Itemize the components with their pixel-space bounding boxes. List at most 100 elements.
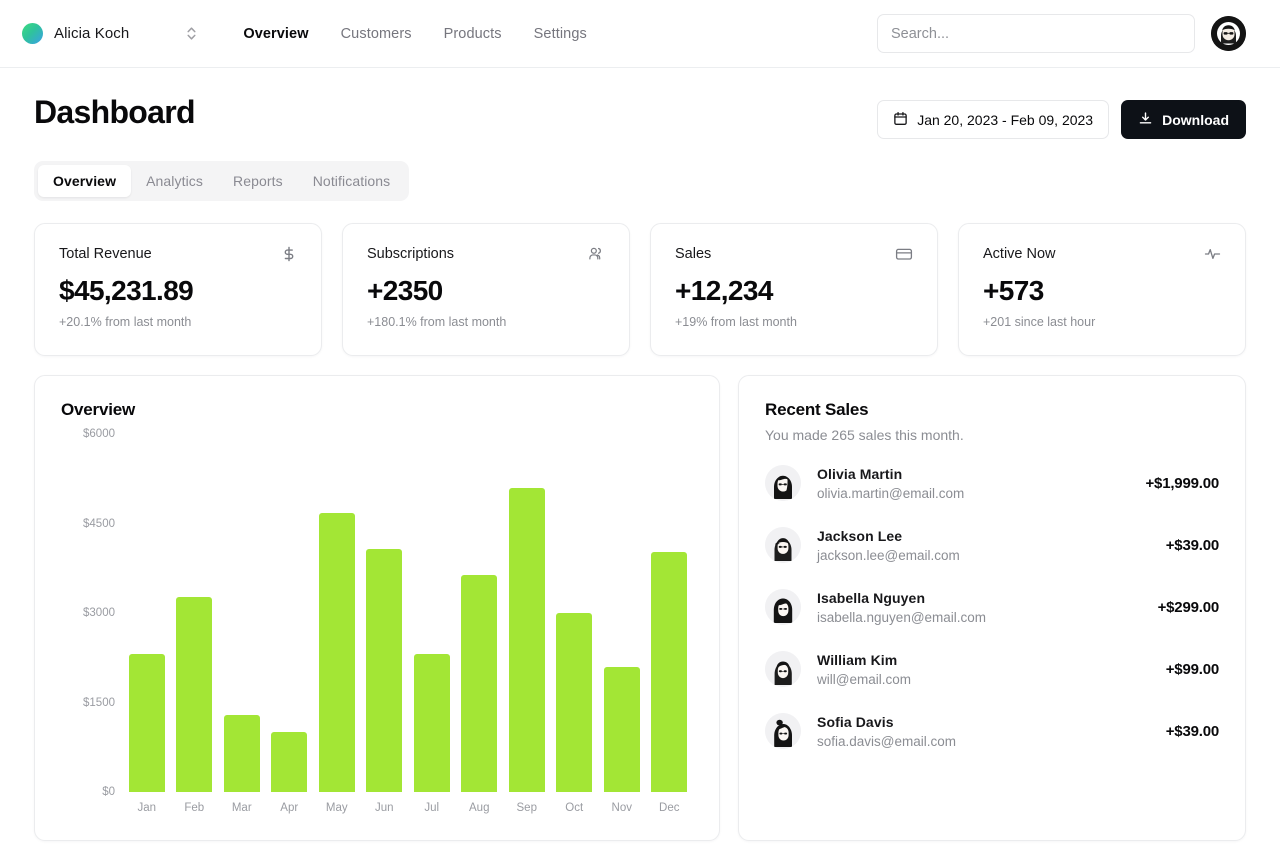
chart-bar[interactable] bbox=[651, 552, 687, 792]
stat-card-header: Active Now bbox=[983, 246, 1221, 262]
chart-x-tick: Oct bbox=[565, 800, 583, 816]
chevrons-up-down-icon[interactable] bbox=[184, 24, 198, 44]
nav-link-products[interactable]: Products bbox=[444, 26, 502, 42]
nav-link-settings[interactable]: Settings bbox=[534, 26, 587, 42]
chart-bar[interactable] bbox=[271, 732, 307, 792]
dashboard-bottom-grid: Overview $0$1500$3000$4500$6000 JanFebMa… bbox=[34, 375, 1246, 841]
credit-card-icon bbox=[895, 246, 913, 262]
chart-bar[interactable] bbox=[556, 613, 592, 792]
recent-sale-name: William Kim bbox=[817, 652, 911, 668]
search-box[interactable] bbox=[877, 14, 1195, 53]
recent-sale-name: Isabella Nguyen bbox=[817, 590, 986, 606]
main-nav-links: Overview Customers Products Settings bbox=[243, 26, 587, 42]
recent-sale-row[interactable]: Isabella Nguyen isabella.nguyen@email.com… bbox=[765, 589, 1219, 625]
team-switcher[interactable]: Alicia Koch bbox=[22, 23, 198, 44]
recent-sale-row[interactable]: William Kim will@email.com +$99.00 bbox=[765, 651, 1219, 687]
chart-x-tick: Aug bbox=[469, 800, 489, 816]
stat-subtext: +180.1% from last month bbox=[367, 315, 605, 329]
chart-bar-slot[interactable]: Jan bbox=[123, 434, 171, 816]
chart-bar[interactable] bbox=[224, 715, 260, 792]
recent-sale-row[interactable]: Sofia Davissofia.davis@email.com+$39.00 bbox=[765, 713, 1219, 749]
chart-x-tick: Dec bbox=[659, 800, 679, 816]
recent-sale-row[interactable]: Olivia Martinolivia.martin@email.com+$1,… bbox=[765, 465, 1219, 501]
stat-card-total-revenue: Total Revenue $45,231.89 +20.1% from las… bbox=[34, 223, 322, 356]
chart-y-tick: $6000 bbox=[83, 428, 115, 440]
chart-bar-slot[interactable]: Feb bbox=[171, 434, 219, 816]
download-button[interactable]: Download bbox=[1121, 100, 1246, 139]
dashboard-tabs: Overview Analytics Reports Notifications bbox=[34, 161, 409, 201]
top-navigation-bar: Alicia Koch Overview Customers Products … bbox=[0, 0, 1280, 68]
recent-sales-list: Olivia Martinolivia.martin@email.com+$1,… bbox=[765, 465, 1219, 749]
chart-bar-slot[interactable]: Jun bbox=[361, 434, 409, 816]
recent-sales-panel: Recent Sales You made 265 sales this mon… bbox=[738, 375, 1246, 841]
stat-subtext: +201 since last hour bbox=[983, 315, 1221, 329]
chart-bar[interactable] bbox=[176, 597, 212, 792]
user-avatar[interactable] bbox=[1211, 16, 1246, 51]
tab-reports[interactable]: Reports bbox=[218, 165, 298, 197]
recent-sale-amount: +$39.00 bbox=[1166, 537, 1219, 554]
team-name-label: Alicia Koch bbox=[54, 25, 129, 42]
chart-bar[interactable] bbox=[461, 575, 497, 792]
activity-icon bbox=[1204, 246, 1221, 262]
recent-sale-amount: +$99.00 bbox=[1166, 661, 1219, 678]
nav-link-overview[interactable]: Overview bbox=[243, 26, 308, 42]
avatar-sofia bbox=[765, 713, 801, 749]
chart-bar[interactable] bbox=[509, 488, 545, 792]
recent-sale-meta: Sofia Davis sofia.davis@email.com bbox=[817, 714, 956, 749]
chart-bar-slot[interactable]: Jul bbox=[408, 434, 456, 816]
stat-value: +573 bbox=[983, 275, 1221, 307]
recent-sale-name: Jackson Lee bbox=[817, 528, 960, 544]
overview-bar-chart: $0$1500$3000$4500$6000 JanFebMarAprMayJu… bbox=[61, 434, 693, 816]
chart-x-tick: May bbox=[326, 800, 348, 816]
team-avatar bbox=[22, 23, 43, 44]
header-actions: Jan 20, 2023 - Feb 09, 2023 Download bbox=[877, 94, 1246, 139]
stat-card-active-now: Active Now +573 +201 since last hour bbox=[958, 223, 1246, 356]
chart-bar-slot[interactable]: Mar bbox=[218, 434, 266, 816]
chart-y-tick: $4500 bbox=[83, 518, 115, 530]
avatar-jackson bbox=[765, 527, 801, 563]
users-icon bbox=[588, 246, 605, 262]
chart-bar[interactable] bbox=[129, 654, 165, 792]
chart-bar-slot[interactable]: Sep bbox=[503, 434, 551, 816]
date-range-label: Jan 20, 2023 - Feb 09, 2023 bbox=[917, 112, 1093, 128]
recent-sale-email: isabella.nguyen@email.com bbox=[817, 610, 986, 625]
chart-y-tick: $3000 bbox=[83, 607, 115, 619]
chart-x-tick: Feb bbox=[184, 800, 204, 816]
tab-overview[interactable]: Overview bbox=[38, 165, 131, 197]
date-range-picker[interactable]: Jan 20, 2023 - Feb 09, 2023 bbox=[877, 100, 1109, 139]
chart-plot-area: Jan Feb MarApr May JunJul Aug Sep Oct Nov Dec bbox=[123, 434, 693, 816]
page-header: Dashboard Jan 20, 2023 - Feb 09, 2023 bbox=[34, 94, 1246, 139]
recent-sale-email: sofia.davis@email.com bbox=[817, 734, 956, 749]
tab-notifications[interactable]: Notifications bbox=[298, 165, 406, 197]
chart-bar[interactable] bbox=[366, 549, 402, 792]
recent-sale-name: Sofia Davis bbox=[817, 714, 956, 730]
chart-bar[interactable] bbox=[414, 654, 450, 792]
tab-analytics[interactable]: Analytics bbox=[131, 165, 218, 197]
nav-link-customers[interactable]: Customers bbox=[341, 26, 412, 42]
stat-card-header: Total Revenue bbox=[59, 246, 297, 262]
avatar-william bbox=[765, 651, 801, 687]
stat-label: Active Now bbox=[983, 246, 1056, 262]
chart-bar-slot[interactable]: Dec bbox=[646, 434, 694, 816]
chart-bar[interactable] bbox=[319, 513, 355, 792]
stat-value: +12,234 bbox=[675, 275, 913, 307]
calendar-icon bbox=[893, 111, 908, 129]
chart-bar-slot[interactable]: Aug bbox=[456, 434, 504, 816]
chart-x-tick: Nov bbox=[612, 800, 632, 816]
chart-bar-slot[interactable]: Apr bbox=[266, 434, 314, 816]
chart-y-tick: $0 bbox=[102, 786, 115, 798]
chart-bar-slot[interactable]: Oct bbox=[551, 434, 599, 816]
stat-value: $45,231.89 bbox=[59, 275, 297, 307]
chart-bar-slot[interactable]: Nov bbox=[598, 434, 646, 816]
recent-sale-email: will@email.com bbox=[817, 672, 911, 687]
chart-bar[interactable] bbox=[604, 667, 640, 792]
download-icon bbox=[1138, 111, 1153, 129]
recent-sale-meta: Olivia Martinolivia.martin@email.com bbox=[817, 466, 964, 501]
search-input[interactable] bbox=[891, 26, 1181, 42]
chart-bar-slot[interactable]: May bbox=[313, 434, 361, 816]
stat-card-header: Sales bbox=[675, 246, 913, 262]
stat-card-sales: Sales +12,234 +19% from last month bbox=[650, 223, 938, 356]
overview-panel-title: Overview bbox=[61, 400, 693, 420]
chart-y-axis: $0$1500$3000$4500$6000 bbox=[61, 434, 123, 816]
recent-sale-row[interactable]: Jackson Leejackson.lee@email.com+$39.00 bbox=[765, 527, 1219, 563]
